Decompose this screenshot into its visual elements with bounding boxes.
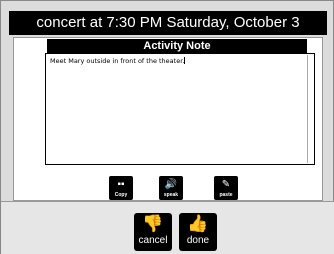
note-text: Meet Mary outside in front of the theate… (50, 57, 185, 65)
cancel-label: cancel (138, 235, 168, 246)
speak-label: speak (163, 192, 179, 198)
note-scrollbar[interactable] (307, 55, 310, 163)
paste-button[interactable]: ✎ paste (214, 176, 238, 200)
speak-button[interactable]: 🔊 speak (159, 176, 183, 200)
thumbs-down-icon: 👎 (142, 214, 164, 233)
note-header: Activity Note (47, 39, 307, 53)
copy-icon: ▪▪ (117, 179, 125, 190)
text-caret (184, 57, 186, 64)
copy-label: Copy (114, 192, 128, 198)
done-button[interactable]: 👍 done (179, 213, 217, 251)
speaker-icon: 🔊 (164, 179, 178, 190)
activity-note-window: concert at 7:30 PM Saturday, October 3 A… (0, 0, 334, 254)
note-textarea[interactable]: Meet Mary outside in front of the theate… (45, 53, 315, 165)
copy-button[interactable]: ▪▪ Copy (109, 176, 133, 200)
window-title: concert at 7:30 PM Saturday, October 3 (9, 11, 327, 35)
thumbs-up-icon: 👍 (187, 214, 209, 233)
paste-label: paste (219, 192, 233, 198)
paste-icon: ✎ (221, 179, 231, 190)
done-label: done (186, 235, 210, 246)
cancel-button[interactable]: 👎 cancel (134, 213, 172, 251)
